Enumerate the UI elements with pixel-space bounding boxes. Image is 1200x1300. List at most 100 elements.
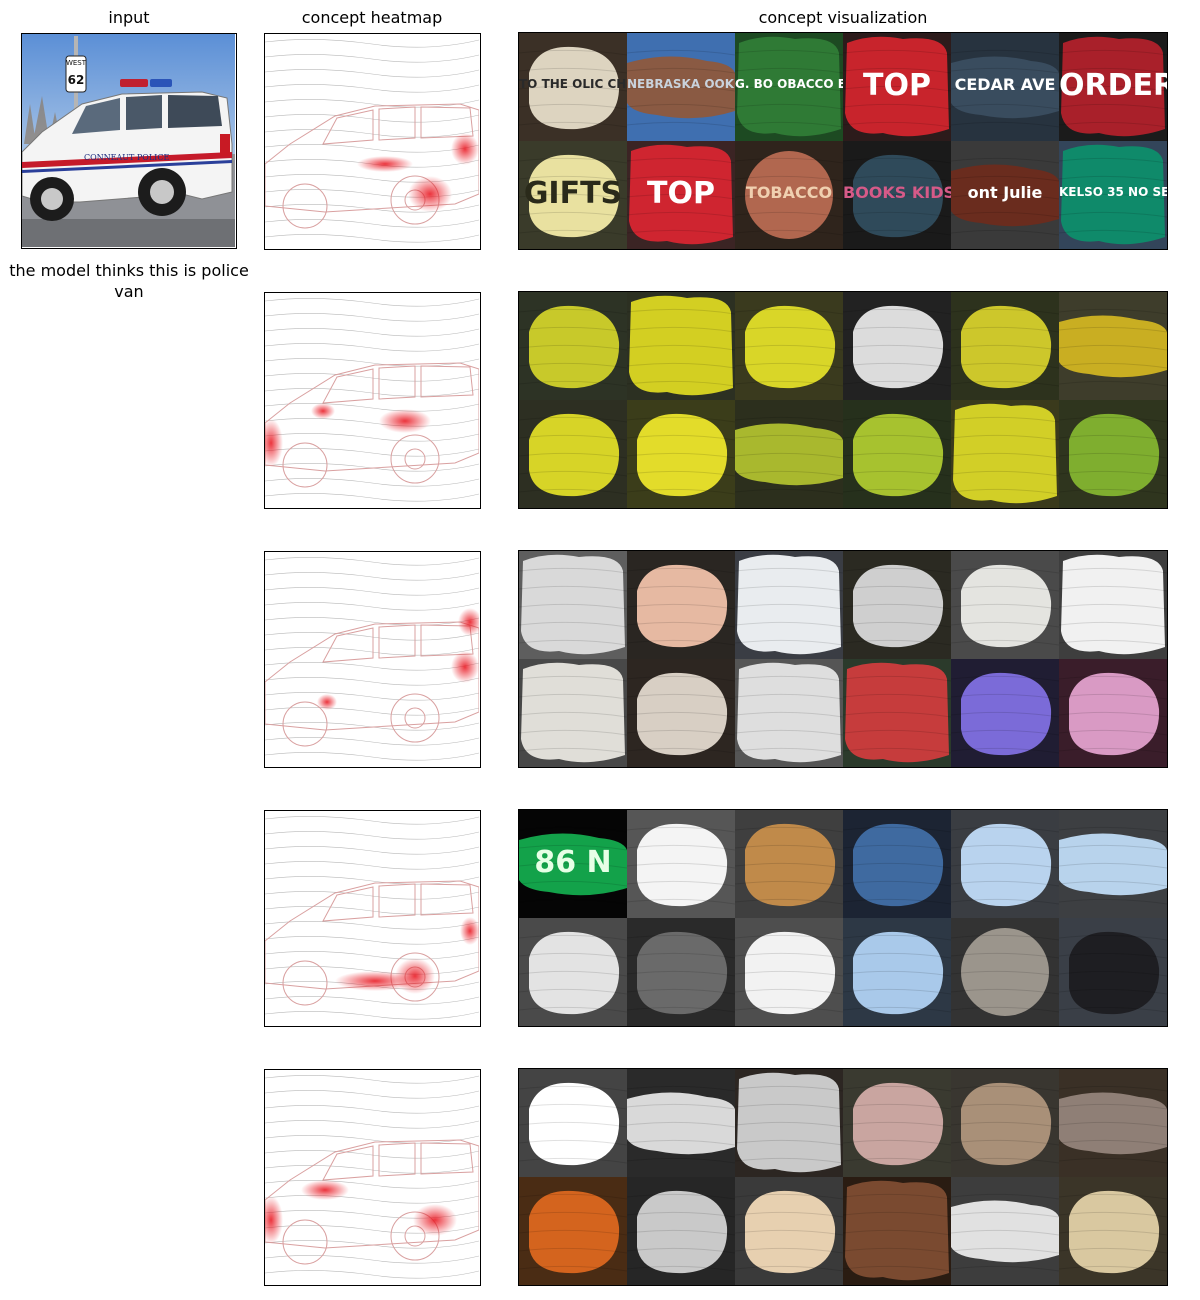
- heat-blob-lower-body: [335, 971, 415, 991]
- concept-tile: [843, 400, 951, 508]
- concept-tile: [519, 551, 627, 659]
- concept-tile-text: TOP: [863, 68, 931, 103]
- heat-blob-roof-lights: [458, 608, 479, 636]
- concept-tile: TO THE OLIC CHUR: [519, 33, 627, 141]
- concept-tile: [627, 400, 735, 508]
- concept-tile: [1059, 810, 1167, 918]
- concept-tile: [951, 659, 1059, 767]
- concept-tile: [519, 400, 627, 508]
- concept-tile: TOP: [627, 141, 735, 249]
- concept-tile-text: G. BO OBACCO ERC: [735, 77, 843, 91]
- concept-tile: [519, 1069, 627, 1177]
- concept-tile: G. BO OBACCO ERC: [735, 33, 843, 141]
- concept-tile: KELSO 35 NO SERVIC: [1059, 141, 1167, 249]
- concept-tile: [951, 810, 1059, 918]
- concept-tile: [735, 292, 843, 400]
- concept-tile: NEBRASKA OOKSTORE: [627, 33, 735, 141]
- concept-tile: ont Julie: [951, 141, 1059, 249]
- concept-tile: [627, 918, 735, 1026]
- concept-tile: [1059, 1177, 1167, 1285]
- concept-tile: 86 N: [519, 810, 627, 918]
- concept-tile: [735, 1069, 843, 1177]
- concept-tile-text: KELSO 35 NO SERVIC: [1059, 185, 1167, 199]
- concept-tile: [951, 551, 1059, 659]
- heatmap-3: [264, 551, 481, 768]
- concept-tile: [843, 1177, 951, 1285]
- concept-tile: [735, 659, 843, 767]
- concept-tile: [1059, 400, 1167, 508]
- concept-tile-text: GIFTS: [523, 176, 623, 211]
- concept-tile-text: TOBACCO: [745, 183, 833, 202]
- concept-tile: [735, 400, 843, 508]
- concept-tile: [1059, 1069, 1167, 1177]
- concept-tile: CEDAR AVE: [951, 33, 1059, 141]
- heatmap-column-title: concept heatmap: [301, 8, 443, 27]
- concept-tile: TOBACCO: [735, 141, 843, 249]
- heat-blob-rear-window: [451, 651, 479, 683]
- heatmap-2: [264, 292, 481, 509]
- heat-blob-front-bumper: [265, 419, 283, 467]
- concept-tile: [1059, 551, 1167, 659]
- concept-visualization-2: [518, 291, 1168, 509]
- concept-tile: [843, 1069, 951, 1177]
- car-door-text: CONNEAUT POLICE: [84, 153, 169, 162]
- concept-tile-text: 86 N: [534, 845, 612, 880]
- concept-tile: [519, 659, 627, 767]
- heatmap-5: [264, 1069, 481, 1286]
- concept-tile: [627, 659, 735, 767]
- concept-tile: [951, 292, 1059, 400]
- concept-tile-text: TOP: [647, 176, 715, 211]
- police-car-illustration: WEST 62 CONNEAUT POLICE: [22, 34, 235, 247]
- sign-number-text: 62: [68, 73, 85, 87]
- heat-blob-rear-arch: [413, 1204, 457, 1236]
- sign-west-text: WEST: [66, 59, 87, 67]
- concept-tile: [951, 1177, 1059, 1285]
- concept-tile-text: ont Julie: [967, 183, 1043, 202]
- heat-blob-door-handle: [317, 694, 337, 710]
- concept-tile: [735, 918, 843, 1026]
- concept-tile: [951, 400, 1059, 508]
- concept-tile: [843, 918, 951, 1026]
- concept-visualization-1: TO THE OLIC CHURNEBRASKA OOKSTOREG. BO O…: [518, 32, 1168, 250]
- concept-tile: [627, 292, 735, 400]
- concept-tile: [1059, 292, 1167, 400]
- heat-blob-front-bumper: [265, 1196, 283, 1244]
- heatmap-1: [264, 33, 481, 250]
- concept-tile-text: BOOKS KIDS: [843, 183, 951, 202]
- prediction-caption: the model thinks this is police van: [9, 261, 249, 301]
- concept-tile-text: ORDER: [1059, 68, 1167, 103]
- concept-tile: [627, 1069, 735, 1177]
- concept-tile: [843, 810, 951, 918]
- heat-blob-rear-wheel-arch: [408, 176, 452, 212]
- concept-tile: GIFTS: [519, 141, 627, 249]
- heatmap-4: [264, 810, 481, 1027]
- concept-tile: [519, 292, 627, 400]
- concept-visualization-3: [518, 550, 1168, 768]
- heat-blob-side-panel: [379, 409, 431, 433]
- heat-blob-door-stripe: [357, 156, 413, 172]
- concept-tile: TOP: [843, 33, 951, 141]
- concept-tile: [951, 918, 1059, 1026]
- concept-tile: [627, 810, 735, 918]
- concept-tile: [735, 1177, 843, 1285]
- concept-visualization-4: 86 N: [518, 809, 1168, 1027]
- concept-tile: [1059, 659, 1167, 767]
- heat-blob-headlight: [311, 403, 335, 419]
- concept-tile: BOOKS KIDS: [843, 141, 951, 249]
- concept-tile: [735, 551, 843, 659]
- concept-tile: [843, 292, 951, 400]
- concept-tile: [843, 551, 951, 659]
- concept-tile: ORDER: [1059, 33, 1167, 141]
- input-image: WEST 62 CONNEAUT POLICE: [21, 33, 237, 249]
- concept-tile: [519, 1177, 627, 1285]
- concept-tile: [843, 659, 951, 767]
- concept-tile-text: TO THE OLIC CHUR: [519, 77, 627, 91]
- heat-blob-hood-edge: [301, 1180, 349, 1200]
- input-column-title: input: [108, 8, 150, 27]
- concept-tile-text: CEDAR AVE: [954, 75, 1056, 94]
- concept-tile: [519, 918, 627, 1026]
- concept-tile-text: NEBRASKA OOKSTORE: [627, 77, 735, 91]
- concept-visualization-5: [518, 1068, 1168, 1286]
- visualization-column-title: concept visualization: [758, 8, 928, 27]
- heat-blob-tail-light: [460, 917, 479, 945]
